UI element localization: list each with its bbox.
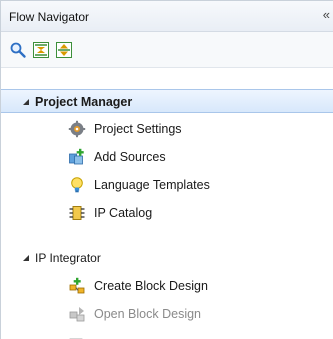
item-label: Add Sources <box>94 150 166 164</box>
expand-all-icon[interactable] <box>55 41 73 59</box>
item-add-sources[interactable]: Add Sources <box>1 145 333 169</box>
section-label: IP Integrator <box>35 251 101 265</box>
collapse-panel-button[interactable]: « <box>323 7 330 22</box>
item-project-settings[interactable]: Project Settings <box>1 117 333 141</box>
flow-navigator-panel: Flow Navigator « Project Manager Project… <box>0 0 333 339</box>
expanded-triangle-icon[interactable] <box>20 96 32 108</box>
item-ip-catalog[interactable]: IP Catalog <box>1 201 333 225</box>
add-sources-icon <box>68 148 86 166</box>
item-generate-block-design[interactable] <box>1 330 333 339</box>
item-label: Create Block Design <box>94 279 208 293</box>
section-ip-integrator[interactable]: IP Integrator <box>1 246 333 270</box>
section-label: Project Manager <box>35 95 133 109</box>
create-block-design-icon <box>68 277 86 295</box>
item-label: Language Templates <box>94 178 210 192</box>
item-language-templates[interactable]: Language Templates <box>1 173 333 197</box>
panel-header: Flow Navigator « <box>1 1 333 32</box>
item-open-block-design[interactable]: Open Block Design <box>1 302 333 326</box>
gear-icon <box>68 120 86 138</box>
item-label: Open Block Design <box>94 307 202 321</box>
lightbulb-icon <box>68 176 86 194</box>
generate-block-design-icon <box>68 333 86 339</box>
item-create-block-design[interactable]: Create Block Design <box>1 274 333 298</box>
item-label: IP Catalog <box>94 206 153 220</box>
panel-title: Flow Navigator <box>9 10 90 24</box>
section-project-manager[interactable]: Project Manager <box>1 89 333 113</box>
open-block-design-icon <box>68 305 86 323</box>
collapse-all-icon[interactable] <box>32 41 50 59</box>
search-icon[interactable] <box>9 41 27 59</box>
toolbar <box>1 32 333 68</box>
chip-icon <box>68 204 86 222</box>
expanded-triangle-icon[interactable] <box>20 252 32 264</box>
item-label: Project Settings <box>94 122 182 136</box>
